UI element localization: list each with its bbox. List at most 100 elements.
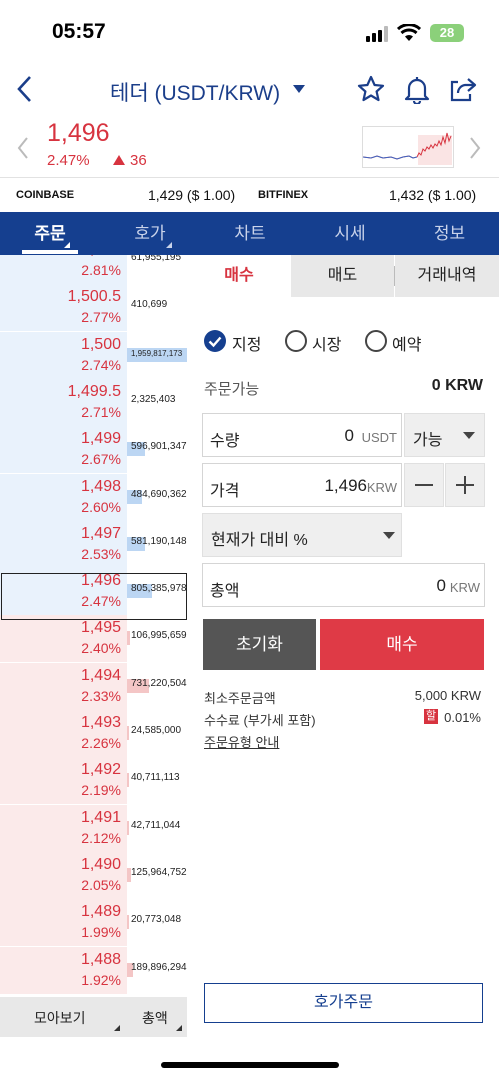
- min-order-value: 5,000 KRW: [414, 688, 481, 703]
- row-rate: 2.40%: [81, 640, 121, 657]
- row-qty-bar: [127, 915, 129, 930]
- radio-limit-label[interactable]: 지정: [232, 331, 261, 355]
- row-price: 1,491: [80, 808, 121, 826]
- status-time: 05:57: [52, 20, 106, 43]
- price-value[interactable]: 1,496: [324, 476, 367, 496]
- fee-label: 수수료 (부가세 포함): [204, 713, 316, 728]
- radio-market-icon[interactable]: [285, 330, 307, 352]
- back-icon[interactable]: [14, 74, 36, 104]
- tab-order-corner-icon: [64, 242, 70, 248]
- row-qty-cell: 410,699: [127, 284, 187, 332]
- row-qty-bar: [127, 726, 129, 740]
- order-type-guide-link[interactable]: 주문유형 안내: [204, 732, 279, 751]
- page-title[interactable]: 테더 (USDT/KRW): [110, 77, 280, 107]
- price-label: 가격: [210, 483, 240, 500]
- prev-arrow-icon[interactable]: [16, 136, 30, 160]
- ask-row[interactable]: 1,497 2.53% 581,190,148: [0, 520, 187, 569]
- buy-button[interactable]: 매수: [320, 619, 484, 670]
- row-rate: 2.74%: [81, 356, 121, 373]
- tab-market[interactable]: 시세: [300, 212, 400, 255]
- ask-row[interactable]: 1,498 2.60% 484,690,362: [0, 473, 187, 522]
- tab-info[interactable]: 정보: [400, 212, 499, 255]
- change-rate: 2.47%: [47, 152, 90, 169]
- bid-row[interactable]: 1,488 1.92% 189,896,294: [0, 946, 187, 995]
- exchange-name-bitfinex: BITFINEX: [258, 189, 309, 201]
- bid-row[interactable]: 1,491 2.12% 42,711,044: [0, 804, 187, 853]
- price-minus-button[interactable]: [404, 463, 444, 507]
- orderbook-footer: 모아보기 총액: [0, 997, 187, 1037]
- min-order-label: 최소주문금액: [204, 691, 276, 706]
- reset-button[interactable]: 초기화: [203, 619, 316, 670]
- row-rate: 2.33%: [81, 687, 121, 704]
- bid-row[interactable]: 1,492 2.19% 40,711,113: [0, 757, 187, 806]
- row-qty: 581,190,148: [131, 535, 187, 547]
- bid-row[interactable]: 1,490 2.05% 125,964,752: [0, 851, 187, 900]
- hoga-order-button[interactable]: 호가주문: [204, 983, 483, 1023]
- radio-market-label[interactable]: 시장: [312, 331, 341, 355]
- quantity-select-value: 가능: [413, 432, 443, 449]
- row-price: 1,493: [80, 714, 121, 731]
- ask-row[interactable]: 1,500.5 2.77% 410,699: [0, 284, 187, 333]
- row-qty-cell: 731,220,504: [127, 662, 187, 710]
- radio-reserve-icon[interactable]: [365, 330, 387, 352]
- row-qty: 189,896,294: [131, 961, 187, 973]
- bid-row[interactable]: 1,493 2.26% 24,585,000: [0, 710, 187, 758]
- price-plus-button[interactable]: [445, 463, 485, 507]
- tab-chart[interactable]: 차트: [200, 212, 300, 255]
- row-qty-cell: 24,585,000: [127, 710, 187, 757]
- ask-row[interactable]: 1,501 2.81% 61,955,195: [0, 255, 187, 285]
- quantity-label: 수량: [210, 433, 240, 450]
- available-label: 주문가능: [204, 381, 260, 398]
- chevron-down-icon[interactable]: [292, 84, 306, 94]
- percent-select[interactable]: 현재가 대비 %: [202, 513, 402, 557]
- tab-order[interactable]: 주문: [0, 212, 100, 255]
- row-qty: 24,585,000: [131, 725, 182, 736]
- row-price: 1,499.5: [67, 382, 121, 400]
- row-rate: 2.77%: [81, 309, 121, 326]
- row-price: 1,500: [80, 335, 121, 353]
- current-price: 1,496: [47, 119, 110, 147]
- row-rate: 1.92%: [81, 971, 121, 988]
- row-qty: 42,711,044: [131, 819, 181, 831]
- quantity-value[interactable]: 0: [345, 426, 354, 446]
- up-triangle-icon: [113, 155, 125, 165]
- row-rate: 2.81%: [81, 262, 121, 278]
- tab-order-underline: [22, 250, 78, 254]
- bid-row[interactable]: 1,489 1.99% 20,773,048: [0, 899, 187, 948]
- segment-history[interactable]: 거래내역: [395, 255, 499, 297]
- segment-sell[interactable]: 매도: [291, 255, 394, 297]
- mini-chart[interactable]: [362, 126, 454, 168]
- share-icon[interactable]: [448, 74, 478, 104]
- star-icon[interactable]: [356, 74, 386, 104]
- row-qty: 125,964,752: [131, 866, 187, 878]
- bell-icon[interactable]: [402, 74, 432, 104]
- signal-icon: [366, 26, 390, 42]
- row-qty-bar: [127, 773, 129, 788]
- collect-view-button[interactable]: 모아보기: [34, 1008, 86, 1028]
- ask-row[interactable]: 1,499.5 2.71% 2,325,403: [0, 378, 187, 427]
- row-price: 1,499: [80, 430, 121, 448]
- radio-reserve-label[interactable]: 예약: [392, 331, 421, 355]
- tab-hoga-corner-icon: [166, 242, 172, 248]
- total-value[interactable]: 0: [437, 576, 446, 596]
- quantity-select[interactable]: 가능: [404, 413, 485, 457]
- next-arrow-icon[interactable]: [468, 136, 482, 160]
- row-qty: 1,959,817,173: [131, 348, 183, 358]
- price-field[interactable]: 가격 1,496 KRW: [202, 463, 402, 507]
- segment-buy[interactable]: 매수: [187, 255, 291, 297]
- bid-row[interactable]: 1,494 2.33% 731,220,504: [0, 662, 187, 711]
- total-field[interactable]: 총액 0 KRW: [202, 563, 485, 607]
- tab-hoga[interactable]: 호가: [100, 212, 200, 255]
- ask-row[interactable]: 1,499 2.67% 596,901,347: [0, 426, 187, 475]
- current-price-highlight: [1, 573, 187, 620]
- fee-discount-badge: 할: [424, 709, 438, 724]
- ask-row[interactable]: 1,500 2.74% 1,959,817,173: [0, 331, 187, 380]
- row-qty: 596,901,347: [131, 441, 187, 453]
- quantity-field[interactable]: 수량 0 USDT: [202, 413, 402, 457]
- total-view-button[interactable]: 총액: [142, 1008, 168, 1028]
- row-qty-cell: 42,711,044: [127, 804, 187, 852]
- row-rate: 2.71%: [81, 403, 121, 420]
- total-label: 총액: [210, 583, 240, 600]
- radio-limit-checked-icon[interactable]: [203, 329, 227, 353]
- bid-row[interactable]: 1,495 2.40% 106,995,659: [0, 615, 187, 664]
